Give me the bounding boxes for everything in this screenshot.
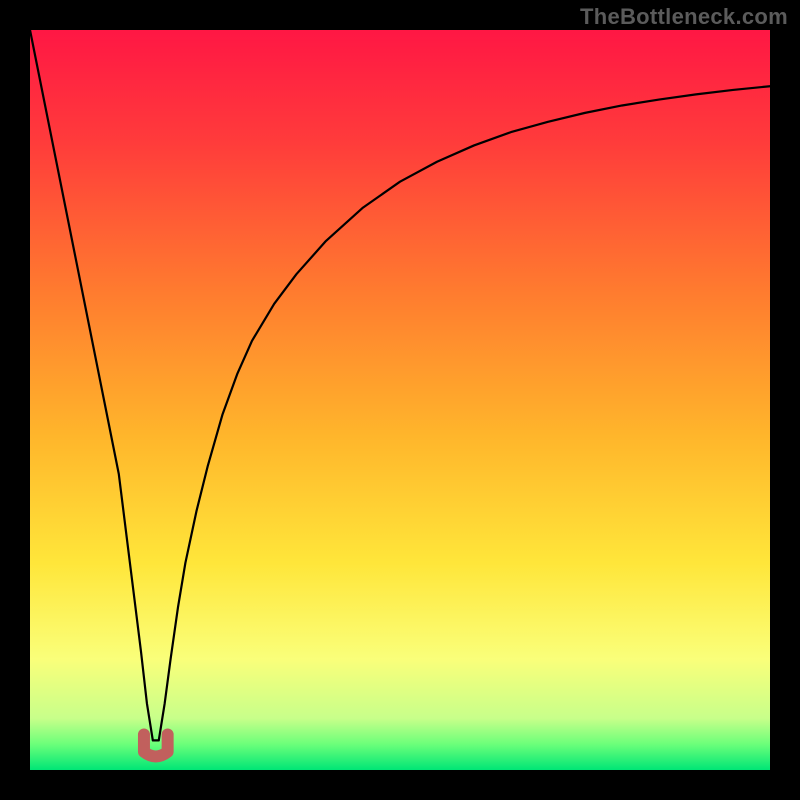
- chart-container: TheBottleneck.com: [0, 0, 800, 800]
- bottleneck-chart: [0, 0, 800, 800]
- watermark-text: TheBottleneck.com: [580, 4, 788, 30]
